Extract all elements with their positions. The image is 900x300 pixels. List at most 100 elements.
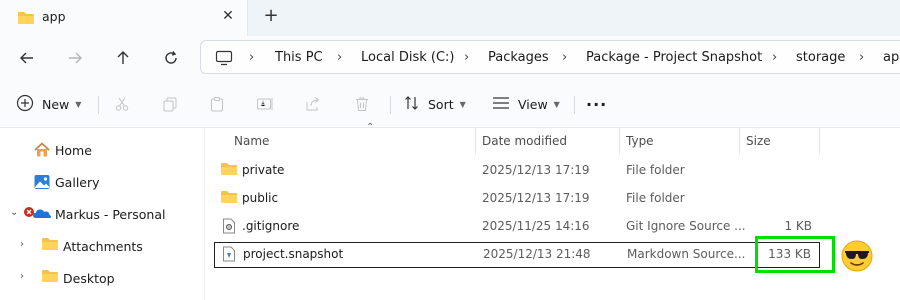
table-row[interactable]: project.snapshot 2025/12/13 21:48 Markdo… bbox=[214, 242, 820, 268]
file-name: public bbox=[242, 191, 279, 205]
file-type: File folder bbox=[626, 191, 685, 205]
sidebar-item-label: Desktop bbox=[63, 271, 115, 286]
tab-title: app bbox=[42, 9, 66, 24]
highlight-annotation bbox=[755, 236, 835, 273]
onedrive-icon bbox=[32, 205, 52, 224]
file-icon bbox=[222, 246, 236, 265]
file-date: 2025/11/25 14:16 bbox=[482, 219, 590, 233]
file-list: ⌃ Name Date modified Type Size private 2… bbox=[206, 122, 900, 300]
chevron-right-icon: › bbox=[464, 50, 470, 65]
breadcrumb-local-disk[interactable]: Local Disk (C:) bbox=[361, 50, 454, 65]
chevron-down-icon[interactable]: ⌄ bbox=[10, 207, 18, 218]
sidebar-item-label: Markus - Personal bbox=[55, 207, 166, 222]
paste-icon[interactable] bbox=[207, 94, 227, 114]
table-row[interactable]: public 2025/12/13 17:19 File folder bbox=[214, 186, 820, 212]
column-label: Size bbox=[746, 134, 771, 148]
folder-icon bbox=[41, 269, 59, 286]
breadcrumb-app[interactable]: app bbox=[883, 50, 900, 65]
sidebar-item-desktop[interactable]: › Desktop bbox=[0, 264, 200, 292]
back-arrow-icon[interactable] bbox=[15, 46, 39, 70]
divider bbox=[574, 96, 575, 114]
chevron-right-icon[interactable]: › bbox=[20, 271, 24, 282]
column-label: Date modified bbox=[482, 134, 568, 148]
file-type: Markdown Source... bbox=[627, 247, 746, 261]
divider bbox=[98, 96, 99, 114]
sidebar-item-attachments[interactable]: › Attachments bbox=[0, 232, 200, 260]
tab-bar: app ✕ + bbox=[0, 0, 900, 36]
computer-icon bbox=[215, 50, 233, 69]
view-icon bbox=[492, 95, 510, 114]
chevron-down-icon: ▼ bbox=[75, 99, 82, 109]
chevron-right-icon: › bbox=[337, 50, 343, 65]
folder-icon bbox=[17, 11, 35, 28]
new-tab-button[interactable]: + bbox=[262, 5, 280, 27]
column-header-name[interactable]: ⌃ Name bbox=[226, 122, 476, 154]
view-button[interactable]: View ▼ bbox=[492, 92, 560, 116]
breadcrumb-this-pc[interactable]: This PC bbox=[275, 50, 323, 65]
cut-icon[interactable] bbox=[112, 94, 132, 114]
new-button[interactable]: New ▼ bbox=[16, 92, 81, 116]
navigation-pane: Home Gallery ⌄ Markus - Personal › Attac… bbox=[0, 128, 205, 300]
table-row[interactable]: private 2025/12/13 17:19 File folder bbox=[214, 158, 820, 184]
column-header-type[interactable]: Type bbox=[618, 128, 740, 154]
address-bar[interactable]: › This PC › Local Disk (C:) › Packages ›… bbox=[200, 40, 900, 74]
gear-file-icon bbox=[222, 218, 236, 237]
sidebar-item-gallery[interactable]: Gallery bbox=[0, 168, 200, 196]
sidebar-item-label: Attachments bbox=[63, 239, 143, 254]
sunglasses-emoji-icon bbox=[841, 240, 873, 272]
chevron-right-icon: › bbox=[249, 50, 255, 65]
sidebar-item-label: Home bbox=[55, 143, 92, 158]
file-type: Git Ignore Source ... bbox=[626, 219, 746, 233]
chevron-down-icon: ▼ bbox=[459, 99, 466, 109]
file-name: project.snapshot bbox=[243, 247, 344, 261]
more-options-button[interactable]: ··· bbox=[586, 92, 607, 116]
chevron-down-icon: ▼ bbox=[553, 99, 560, 109]
sort-icon bbox=[404, 95, 420, 114]
forward-arrow-icon[interactable] bbox=[63, 46, 87, 70]
copy-icon[interactable] bbox=[160, 94, 180, 114]
sidebar-item-home[interactable]: Home bbox=[0, 136, 200, 164]
file-name: private bbox=[242, 163, 285, 177]
navigation-bar: › This PC › Local Disk (C:) › Packages ›… bbox=[0, 36, 900, 80]
column-label: Type bbox=[626, 134, 654, 148]
breadcrumb-storage[interactable]: storage bbox=[796, 50, 845, 65]
file-name: .gitignore bbox=[242, 219, 300, 233]
divider bbox=[390, 96, 391, 114]
table-row[interactable]: .gitignore 2025/11/25 14:16 Git Ignore S… bbox=[214, 214, 820, 240]
sort-button[interactable]: Sort ▼ bbox=[404, 92, 466, 116]
gallery-icon bbox=[33, 173, 51, 194]
rename-icon[interactable] bbox=[255, 94, 275, 114]
column-header-date[interactable]: Date modified bbox=[474, 128, 620, 154]
breadcrumb-package-project-snapshot[interactable]: Package - Project Snapshot bbox=[586, 50, 762, 65]
breadcrumb-packages[interactable]: Packages bbox=[488, 50, 549, 65]
refresh-icon[interactable] bbox=[159, 46, 183, 70]
share-icon[interactable] bbox=[303, 94, 323, 114]
chevron-right-icon[interactable]: › bbox=[20, 239, 24, 250]
up-arrow-icon[interactable] bbox=[111, 46, 135, 70]
file-date: 2025/12/13 17:19 bbox=[482, 163, 590, 177]
column-header-size[interactable]: Size bbox=[738, 128, 820, 154]
plus-icon bbox=[16, 94, 34, 115]
command-bar: New ▼ Sort ▼ View ▼ ··· bbox=[0, 80, 900, 128]
sort-label: Sort bbox=[428, 96, 454, 112]
chevron-right-icon: › bbox=[772, 50, 778, 65]
sidebar-item-onedrive[interactable]: ⌄ Markus - Personal bbox=[0, 200, 200, 228]
sort-ascending-icon: ⌃ bbox=[366, 122, 375, 133]
tab-app[interactable]: app ✕ bbox=[0, 0, 248, 36]
delete-icon[interactable] bbox=[352, 94, 372, 114]
column-label: Name bbox=[234, 134, 270, 148]
view-label: View bbox=[518, 96, 548, 112]
folder-icon bbox=[41, 237, 59, 254]
chevron-right-icon: › bbox=[562, 50, 568, 65]
sidebar-item-label: Gallery bbox=[55, 175, 100, 190]
file-type: File folder bbox=[626, 163, 685, 177]
home-icon bbox=[33, 141, 51, 162]
file-date: 2025/12/13 21:48 bbox=[483, 247, 591, 261]
close-icon[interactable]: ✕ bbox=[219, 7, 237, 25]
file-size: 1 KB bbox=[784, 219, 812, 233]
new-label: New bbox=[42, 96, 70, 112]
chevron-right-icon: › bbox=[859, 50, 865, 65]
folder-icon bbox=[220, 162, 238, 179]
folder-icon bbox=[220, 190, 238, 207]
file-date: 2025/12/13 17:19 bbox=[482, 191, 590, 205]
